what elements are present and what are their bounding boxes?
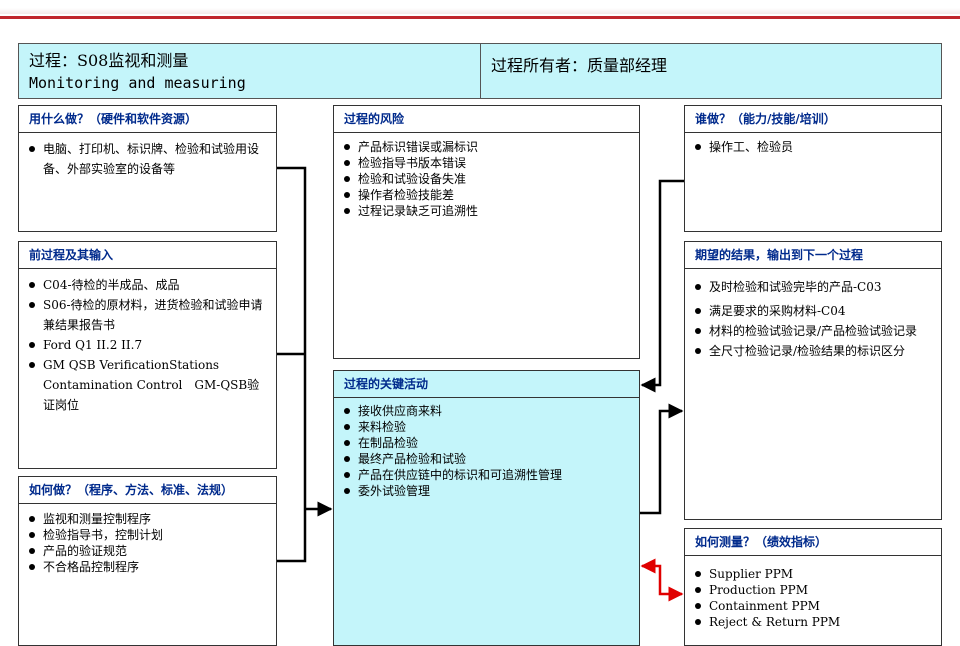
outputs-connector bbox=[640, 403, 684, 515]
resources-connector bbox=[277, 166, 307, 509]
who-connector bbox=[640, 179, 684, 393]
methods-connector bbox=[277, 509, 307, 563]
kpi-connector bbox=[640, 558, 684, 602]
connector-lines bbox=[277, 166, 684, 602]
